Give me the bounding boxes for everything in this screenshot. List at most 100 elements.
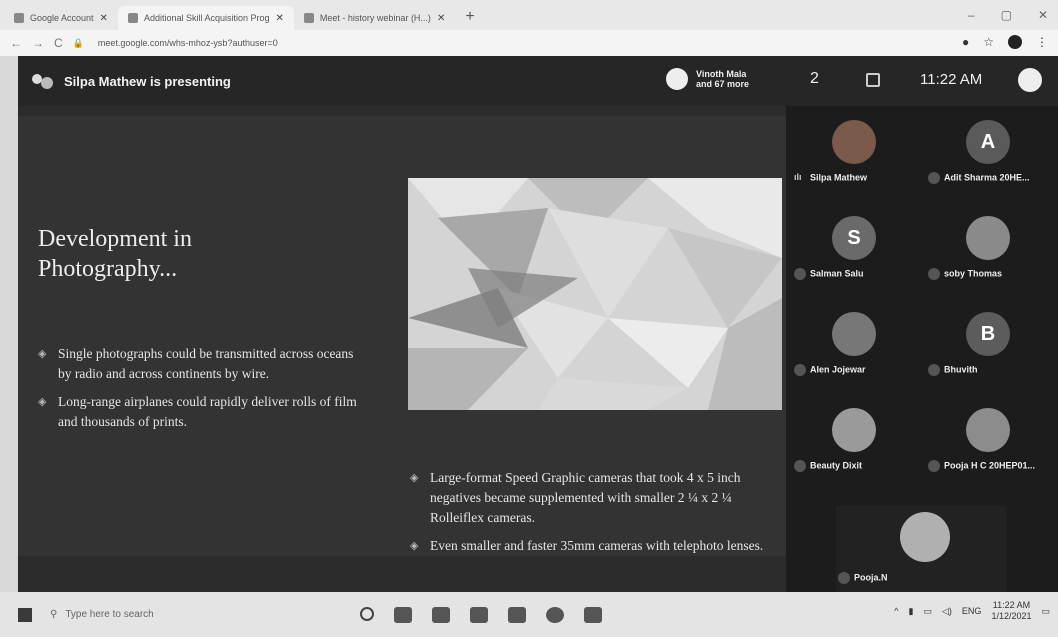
mic-off-icon [928, 268, 940, 280]
system-tray: ^ ▮ ▭ ◁) ENG 11:22 AM 1/12/2021 ▭ [894, 600, 1050, 622]
mic-off-icon [928, 364, 940, 376]
camera-icon[interactable]: ● [962, 35, 969, 49]
volume-icon[interactable]: ◁) [942, 606, 952, 617]
reload-icon[interactable]: C [54, 36, 63, 50]
mic-off-icon [928, 172, 940, 184]
browser-actions: ● ☆ ⋮ [962, 35, 1048, 49]
menu-icon[interactable]: ⋮ [1036, 35, 1048, 49]
participant-tile[interactable]: A Adit Sharma 20HE... [926, 112, 1054, 204]
mic-off-icon [928, 460, 940, 472]
forward-icon[interactable]: → [32, 36, 44, 50]
avatar [966, 408, 1010, 452]
back-icon[interactable]: ← [10, 36, 22, 50]
star-icon[interactable]: ☆ [983, 35, 994, 49]
slide-image [408, 178, 782, 410]
taskbar-time: 11:22 AM [992, 600, 1031, 610]
browser-tabbar: Google Account ✕ Additional Skill Acquis… [0, 0, 1058, 30]
profile-icon[interactable] [1008, 35, 1022, 49]
document-icon [127, 13, 138, 23]
avatar: A [966, 120, 1010, 164]
avatar [966, 216, 1010, 260]
taskbar-apps [360, 606, 602, 623]
taskbar-clock[interactable]: 11:22 AM 1/12/2021 [991, 600, 1031, 622]
windows-start-icon[interactable] [18, 607, 32, 622]
participant-count[interactable]: 2 [810, 70, 819, 88]
battery-icon[interactable]: ▭ [923, 606, 932, 617]
avatar: B [966, 312, 1010, 356]
minimize-icon[interactable]: – [968, 8, 975, 22]
mic-off-icon [794, 364, 806, 376]
new-tab-button[interactable]: + [455, 8, 484, 30]
cortana-icon[interactable] [360, 606, 374, 621]
people-indicator[interactable]: Vinoth Mala and 67 more [666, 68, 749, 90]
self-avatar[interactable] [1018, 68, 1042, 92]
search-icon: ⚲ [50, 609, 58, 620]
window-controls: – ▢ ✕ [968, 8, 1048, 22]
presentation-slide: Development in Photography... Single pho… [18, 106, 786, 592]
meet-icon [303, 13, 314, 23]
avatar [832, 408, 876, 452]
browser-tab[interactable]: Google Account ✕ [4, 6, 118, 30]
tab-label: Meet - history webinar (H...) [319, 13, 431, 23]
task-view-icon[interactable] [394, 606, 412, 623]
edge-icon[interactable] [432, 606, 450, 623]
participant-tile[interactable]: B Bhuvith [926, 304, 1054, 396]
participant-tile-self[interactable]: Pooja.N [836, 506, 1006, 592]
windows-taskbar: ⚲ Type here to search ^ ▮ ▭ ◁) ENG 11:22… [0, 592, 1058, 637]
participant-tile[interactable]: S Salman Salu [792, 208, 920, 300]
taskbar-date: 1/12/2021 [991, 611, 1032, 621]
chrome-icon[interactable] [546, 606, 564, 623]
meet-window: Silpa Mathew is presenting Vinoth Mala a… [18, 56, 1058, 592]
participant-name: Alen Jojewar [810, 364, 866, 375]
chat-icon[interactable] [866, 73, 880, 87]
avatar [832, 120, 876, 164]
right-bullet-list: Large-format Speed Graphic cameras that … [410, 468, 770, 564]
participant-name: Salman Salu [810, 268, 864, 279]
network-icon[interactable]: ▮ [909, 606, 914, 617]
close-tab-icon[interactable]: ✕ [276, 13, 284, 24]
app-icon[interactable] [584, 606, 602, 623]
tab-label: Additional Skill Acquisition Prog [143, 13, 270, 23]
people-line1: Vinoth Mala [696, 69, 747, 79]
participant-name: Silpa Mathew [810, 172, 868, 183]
participant-tile[interactable]: Pooja H C 20HEP01... [926, 400, 1054, 492]
presenter-icon [32, 72, 54, 90]
close-window-icon[interactable]: ✕ [1038, 8, 1048, 22]
participant-name: Adit Sharma 20HE... [944, 172, 1030, 183]
participant-tile[interactable]: Alen Jojewar [792, 304, 920, 396]
taskbar-search[interactable]: ⚲ Type here to search [50, 603, 290, 627]
participant-name: soby Thomas [944, 268, 1003, 279]
bullet-item: Large-format Speed Graphic cameras that … [410, 468, 770, 528]
close-tab-icon[interactable]: ✕ [100, 13, 108, 24]
file-explorer-icon[interactable] [470, 606, 488, 623]
url-input[interactable]: meet.google.com/whs-mhoz-ysb?authuser=0 [98, 38, 278, 48]
slide-title: Development in Photography... [38, 226, 192, 282]
browser-tab[interactable]: Meet - history webinar (H...) ✕ [294, 6, 455, 30]
avatar [832, 312, 876, 356]
participant-tile[interactable]: ılı Silpa Mathew [792, 112, 920, 204]
people-line2: and 67 more [696, 79, 750, 89]
speaking-icon: ılı [794, 172, 802, 182]
meet-header: Silpa Mathew is presenting Vinoth Mala a… [18, 56, 1058, 106]
avatar [666, 68, 688, 90]
browser-tab-active[interactable]: Additional Skill Acquisition Prog ✕ [117, 6, 294, 30]
lock-icon: 🔒 [72, 37, 84, 48]
participant-grid: ılı Silpa Mathew A Adit Sharma 20HE... S … [786, 106, 1058, 592]
bullet-item: Long-range airplanes could rapidly deliv… [38, 392, 368, 432]
participant-tile[interactable]: Beauty Dixit [792, 400, 920, 492]
notification-icon[interactable]: ▭ [1041, 606, 1050, 617]
tab-label: Google Account [30, 13, 94, 23]
bullet-item: Even smaller and faster 35mm cameras wit… [410, 536, 770, 556]
mic-off-icon [794, 268, 806, 280]
abstract-polygons-image [408, 178, 782, 410]
participant-tile[interactable]: soby Thomas [926, 208, 1054, 300]
left-bullet-list: Single photographs could be transmitted … [38, 344, 368, 440]
participant-name: Pooja H C 20HEP01... [944, 460, 1036, 471]
participant-name: Beauty Dixit [810, 460, 863, 471]
close-tab-icon[interactable]: ✕ [437, 13, 445, 24]
tray-up-icon[interactable]: ^ [894, 606, 898, 616]
store-icon[interactable] [508, 606, 526, 623]
language-icon[interactable]: ENG [962, 606, 982, 616]
maximize-icon[interactable]: ▢ [1001, 8, 1012, 22]
meet-clock: 11:22 AM [920, 71, 983, 88]
